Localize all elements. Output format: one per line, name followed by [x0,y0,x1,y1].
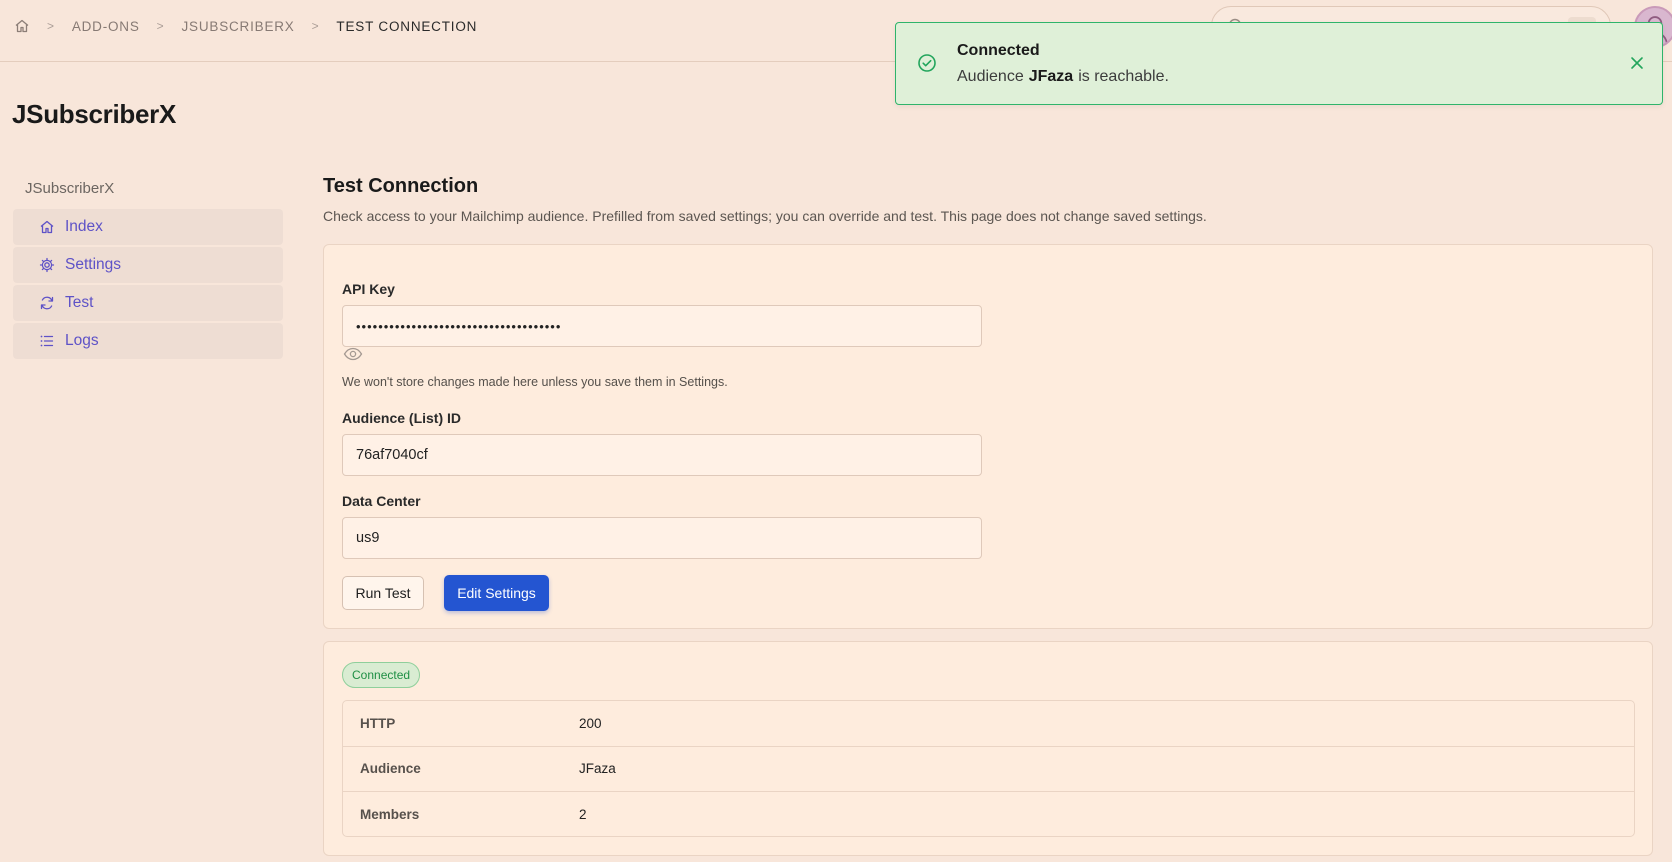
api-key-hint: We won't store changes made here unless … [342,375,728,389]
section-title: Test Connection [323,175,479,197]
breadcrumb-separator: > [47,19,55,33]
sidebar-item-label: Settings [65,256,122,273]
toast-message-prefix: Audience [957,68,1024,85]
toast-title: Connected [957,42,1040,59]
connection-form-card: API Key ••••••••••••••••••••••••••••••••… [323,244,1653,629]
breadcrumb-add-ons[interactable]: ADD-ONS [72,19,140,34]
sidebar-item-logs[interactable]: Logs [13,323,283,359]
data-center-input[interactable]: us9 [342,517,982,559]
toast-audience-name: JFaza [1028,68,1074,85]
breadcrumb: > ADD-ONS > JSUBSCRIBERX > TEST CONNECTI… [14,17,477,35]
sidebar-item-settings[interactable]: Settings [13,247,283,283]
sidebar-item-index[interactable]: Index [13,209,283,245]
sidebar-group-title: JSubscriberX [25,180,115,197]
close-icon[interactable] [1628,54,1646,72]
breadcrumb-separator: > [311,19,320,33]
check-circle-icon [917,53,937,73]
row-value: 2 [579,807,587,823]
success-toast: Connected Audience JFaza is reachable. [895,22,1663,105]
sidebar-item-label: Test [65,294,94,311]
status-badge: Connected [342,662,421,688]
row-value: JFaza [579,761,616,777]
toast-message: Audience JFaza is reachable. [957,68,1169,86]
row-value: 200 [579,715,602,731]
breadcrumb-separator: > [156,19,165,33]
main-header: Test Connection Check access to your Mai… [323,175,1653,224]
row-key: HTTP [360,715,396,731]
breadcrumb-test-connection: TEST CONNECTION [336,18,478,34]
sidebar: JSubscriberX Index Settings Test Logs [13,180,283,361]
sidebar-item-test[interactable]: Test [13,285,283,321]
eye-icon[interactable] [343,346,363,362]
table-row: HTTP 200 [343,701,1634,747]
audience-id-input[interactable]: 76af7040cf [342,434,982,476]
breadcrumb-jsubscriberx[interactable]: JSUBSCRIBERX [181,19,294,34]
table-row: Audience JFaza [343,747,1634,793]
sidebar-item-label: Index [65,218,103,235]
home-icon [39,219,55,235]
refresh-icon [39,295,55,311]
section-description: Check access to your Mailchimp audience.… [323,208,1207,224]
api-key-label: API Key [342,281,395,297]
result-table: HTTP 200 Audience JFaza Members 2 [342,700,1635,837]
home-icon[interactable] [14,18,30,34]
gear-icon [39,257,55,273]
table-row: Members 2 [343,792,1634,836]
toast-message-suffix: is reachable. [1078,68,1169,85]
row-key: Audience [360,761,421,777]
test-result-card: Connected HTTP 200 Audience JFaza Member… [323,641,1653,856]
data-center-label: Data Center [342,493,421,509]
edit-settings-button[interactable]: Edit Settings [444,575,549,611]
sidebar-item-label: Logs [65,332,99,349]
api-key-input[interactable]: ••••••••••••••••••••••••••••••••••••• [342,305,982,347]
list-icon [39,333,55,349]
audience-id-label: Audience (List) ID [342,410,462,426]
run-test-button[interactable]: Run Test [342,576,424,610]
row-key: Members [360,807,420,823]
page-title: JSubscriberX [12,99,177,129]
